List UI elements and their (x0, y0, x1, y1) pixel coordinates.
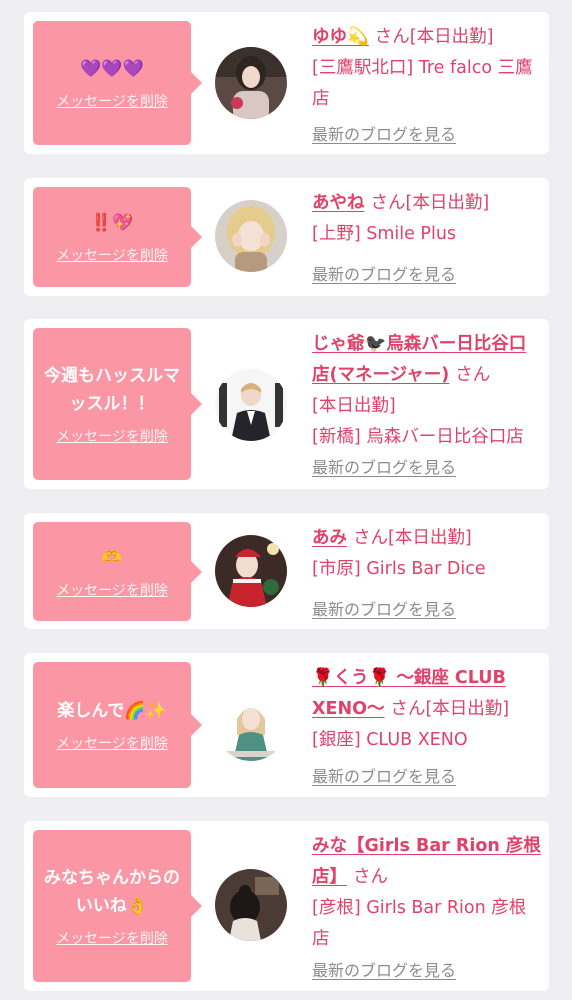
status-badge: [本日出勤] (405, 193, 490, 213)
shop-label: [銀座] CLUB XENO (312, 730, 468, 750)
status-badge: [本日出勤] (388, 528, 472, 548)
honorific: さん (370, 193, 406, 213)
notice-card: 🫶 メッセージを削除 あみ さん[本日出勤] [市原] Girls Bar Dic… (24, 513, 549, 629)
blonde-girl-avatar-icon (215, 200, 287, 272)
message-bubble: 楽しんで🌈✨ メッセージを削除 (33, 662, 202, 788)
cast-name-link[interactable]: あみ (312, 528, 347, 548)
notice-card: 楽しんで🌈✨ メッセージを削除 🌹くう🌹 〜銀座 CLUB XENO〜 さん[本日… (24, 653, 549, 797)
message-text: 楽しんで🌈✨ (57, 701, 167, 721)
blog-link[interactable]: 最新のブログを見る (312, 454, 456, 478)
cast-name-link[interactable]: じゃ爺🐦‍⬛烏森バー日比谷口店(マネージャー) (312, 334, 526, 385)
cast-info: ゆゆ💫 さん[本日出勤] [三鷹駅北口] Tre falco 三鷹店 (312, 22, 542, 115)
message-text: 🫶 (101, 547, 123, 568)
delete-message-link[interactable]: メッセージを削除 (56, 928, 168, 948)
cast-name-link[interactable]: あやね (312, 193, 365, 213)
honorific: さん (374, 27, 410, 47)
cast-info: あみ さん[本日出勤] [市原] Girls Bar Dice (312, 523, 542, 585)
message-text: みなちゃんからのいいね👌 (44, 868, 180, 916)
santa-costume-avatar-icon (215, 535, 287, 607)
girl-photo-avatar-icon (215, 47, 287, 119)
shop-label: [新橋] 烏森バー日比谷口店 (312, 427, 524, 447)
green-dress-avatar-icon (215, 689, 287, 761)
avatar[interactable] (215, 369, 287, 441)
honorific: さん (353, 867, 388, 887)
message-text: ‼️💖 (90, 213, 134, 233)
blog-link[interactable]: 最新のブログを見る (312, 261, 456, 285)
cast-info: あやね さん[本日出勤] [上野] Smile Plus (312, 188, 542, 250)
honorific: さん (353, 528, 388, 548)
avatar[interactable] (215, 200, 287, 272)
message-bubble: 今週もハッスルマッスル！！ メッセージを削除 (33, 328, 202, 480)
honorific: さん (390, 699, 426, 719)
message-bubble: 💜💜💜 メッセージを削除 (33, 21, 202, 145)
cast-info: じゃ爺🐦‍⬛烏森バー日比谷口店(マネージャー) さん [本日出勤] [新橋] 烏森… (312, 329, 542, 453)
cast-info: みな【Girls Bar Rion 彦根店】 さん [彦根] Girls Bar … (312, 831, 542, 955)
message-bubble: みなちゃんからのいいね👌 メッセージを削除 (33, 830, 202, 982)
status-badge: [本日出勤] (312, 396, 396, 416)
blog-link[interactable]: 最新のブログを見る (312, 957, 456, 981)
delete-message-link[interactable]: メッセージを削除 (56, 580, 168, 600)
back-view-avatar-icon (215, 869, 287, 941)
avatar[interactable] (215, 47, 287, 119)
cast-name-link[interactable]: ゆゆ💫 (312, 27, 369, 47)
shop-label: [彦根] Girls Bar Rion 彦根店 (312, 898, 527, 949)
shop-label: [上野] Smile Plus (312, 224, 457, 244)
status-badge: [本日出勤] (409, 27, 494, 47)
notice-card: 今週もハッスルマッスル！！ メッセージを削除 じゃ爺🐦‍⬛烏森バー日比谷口店(マ… (24, 319, 549, 489)
notice-card: 💜💜💜 メッセージを削除 ゆゆ💫 さん[本日出勤] [三鷹駅北口] Tre fal… (24, 12, 549, 154)
delete-message-link[interactable]: メッセージを削除 (56, 733, 168, 753)
shop-label: [三鷹駅北口] Tre falco 三鷹店 (312, 58, 533, 109)
cast-name-link[interactable]: みな【Girls Bar Rion 彦根店】 (312, 836, 541, 887)
blog-link[interactable]: 最新のブログを見る (312, 596, 456, 620)
message-bubble: 🫶 メッセージを削除 (33, 522, 202, 621)
status-badge: [本日出勤] (425, 699, 510, 719)
message-text: 💜💜💜 (80, 59, 144, 79)
delete-message-link[interactable]: メッセージを削除 (56, 245, 168, 265)
blog-link[interactable]: 最新のブログを見る (312, 763, 456, 787)
manager-suit-avatar-icon (215, 369, 287, 441)
message-text: 今週もハッスルマッスル！！ (44, 366, 180, 414)
delete-message-link[interactable]: メッセージを削除 (56, 91, 168, 111)
avatar[interactable] (215, 869, 287, 941)
notice-card: みなちゃんからのいいね👌 メッセージを削除 みな【Girls Bar Rion … (24, 821, 549, 991)
delete-message-link[interactable]: メッセージを削除 (56, 426, 168, 446)
blog-link[interactable]: 最新のブログを見る (312, 121, 456, 145)
notice-card: ‼️💖 メッセージを削除 あやね さん[本日出勤] [上野] Smile Plus… (24, 178, 549, 296)
message-bubble: ‼️💖 メッセージを削除 (33, 187, 202, 287)
shop-label: [市原] Girls Bar Dice (312, 559, 486, 579)
message-feed: 💜💜💜 メッセージを削除 ゆゆ💫 さん[本日出勤] [三鷹駅北口] Tre fal… (0, 0, 572, 1000)
avatar[interactable] (215, 535, 287, 607)
honorific: さん (455, 365, 491, 385)
cast-info: 🌹くう🌹 〜銀座 CLUB XENO〜 さん[本日出勤] [銀座] CLUB XE… (312, 663, 542, 756)
avatar[interactable] (215, 689, 287, 761)
